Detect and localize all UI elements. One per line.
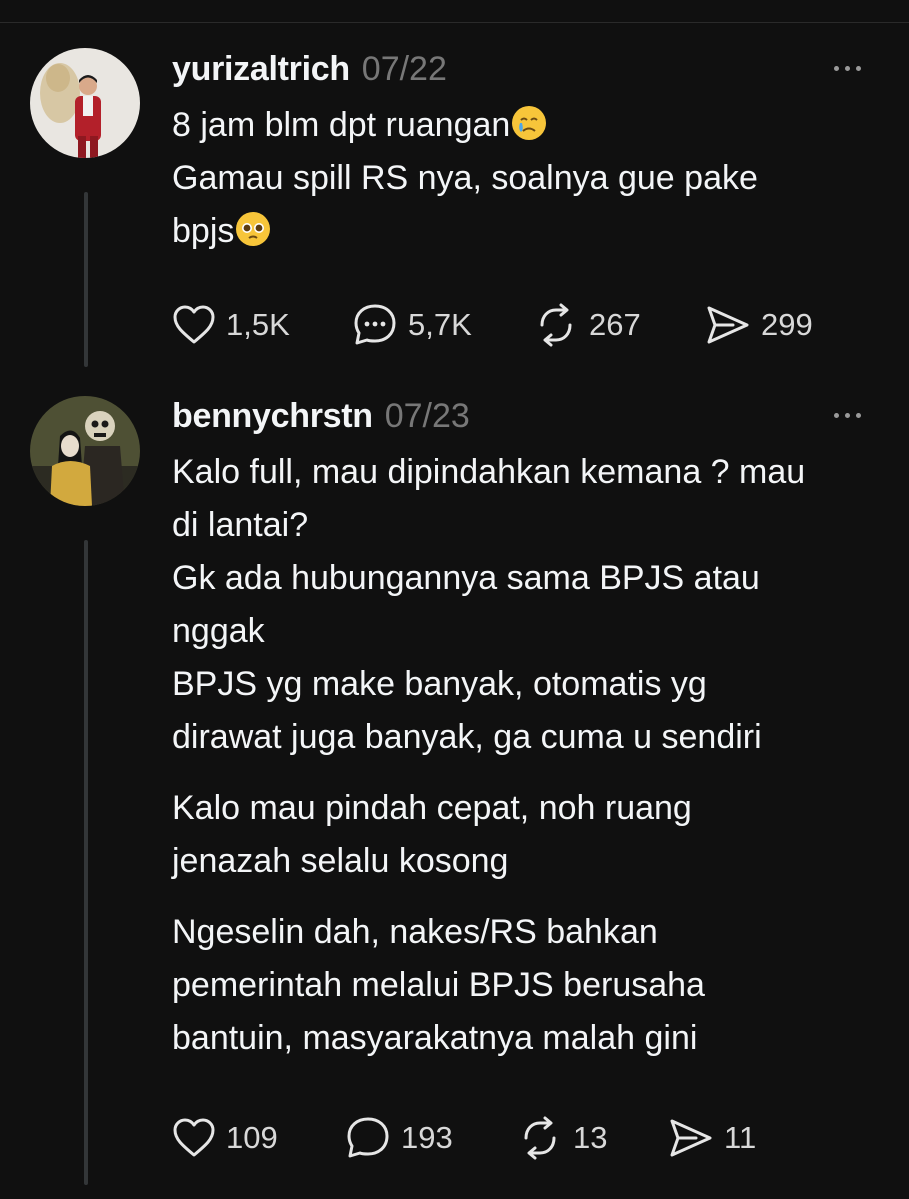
post-paragraph: Kalo full, mau dipindahkan kemana ? mau … bbox=[172, 446, 869, 764]
comment-bubble-icon bbox=[347, 1117, 389, 1158]
post-text-line: Kalo full, mau dipindahkan kemana ? mau bbox=[172, 453, 806, 491]
post-text-line: BPJS yg make banyak, otomatis yg bbox=[172, 665, 707, 703]
post-date: 07/22 bbox=[361, 50, 447, 88]
more-options-icon[interactable] bbox=[827, 403, 867, 427]
like-count: 109 bbox=[226, 1120, 278, 1155]
post-text-line: Ngeselin dah, nakes/RS bahkan bbox=[172, 913, 658, 951]
post-body: 8 jam blm dpt ruangan Gamau spill RS nya… bbox=[172, 99, 869, 258]
post-text-line: bantuin, masyarakatnya malah gini bbox=[172, 1019, 698, 1057]
repost-count: 13 bbox=[573, 1120, 608, 1155]
post-text-line: Gamau spill RS nya, soalnya gue pake bbox=[172, 159, 758, 197]
share-button[interactable]: 299 bbox=[705, 303, 813, 347]
repost-count: 267 bbox=[589, 307, 641, 342]
post-text-line: 8 jam blm dpt ruangan bbox=[172, 106, 511, 144]
post-text-line: bpjs bbox=[172, 212, 235, 250]
post-text-line: pemerintah melalui BPJS berusaha bbox=[172, 966, 705, 1004]
reply-count: 5,7K bbox=[408, 307, 472, 342]
comment-bubble-icon bbox=[354, 304, 396, 345]
share-count: 299 bbox=[761, 307, 813, 342]
repost-button[interactable]: 13 bbox=[517, 1116, 607, 1160]
post-text-line: nggak bbox=[172, 612, 265, 650]
heart-icon bbox=[173, 305, 215, 344]
heart-icon bbox=[173, 1118, 215, 1157]
post-paragraph: Kalo mau pindah cepat, noh ruang jenazah… bbox=[172, 782, 869, 888]
share-count: 11 bbox=[724, 1120, 757, 1155]
avatar-bennychrstn[interactable] bbox=[30, 396, 140, 506]
like-button[interactable]: 1,5K bbox=[172, 303, 290, 347]
post-paragraph: Ngeselin dah, nakes/RS bahkan pemerintah… bbox=[172, 906, 869, 1065]
repost-button[interactable]: 267 bbox=[533, 303, 641, 347]
send-icon bbox=[707, 306, 749, 344]
send-icon bbox=[670, 1119, 712, 1157]
post-text-line: jenazah selalu kosong bbox=[172, 842, 509, 880]
reply-button[interactable]: 5,7K bbox=[352, 303, 472, 347]
post-text-line: di lantai? bbox=[172, 506, 309, 544]
reply-button[interactable]: 193 bbox=[345, 1116, 453, 1160]
post-text-line: dirawat juga banyak, ga cuma u sendiri bbox=[172, 718, 762, 756]
crying-face-emoji bbox=[512, 106, 547, 140]
top-divider bbox=[0, 0, 909, 23]
repost-icon bbox=[540, 303, 572, 347]
post-date: 07/23 bbox=[384, 397, 470, 435]
post-text-line: Kalo mau pindah cepat, noh ruang bbox=[172, 789, 692, 827]
pleading-face-emoji bbox=[236, 212, 271, 246]
avatar-yurizaltrich[interactable] bbox=[30, 48, 140, 158]
repost-icon bbox=[524, 1116, 556, 1160]
thread-connector-line bbox=[84, 192, 88, 367]
like-count: 1,5K bbox=[226, 307, 290, 342]
like-button[interactable]: 109 bbox=[172, 1116, 278, 1160]
author-username[interactable]: yurizaltrich bbox=[172, 50, 350, 89]
post-body: Kalo full, mau dipindahkan kemana ? mau … bbox=[172, 446, 869, 1065]
reply-count: 193 bbox=[401, 1120, 453, 1155]
more-options-icon[interactable] bbox=[827, 56, 867, 80]
author-username[interactable]: bennychrstn bbox=[172, 397, 373, 436]
share-button[interactable]: 11 bbox=[668, 1116, 756, 1160]
post-text-line: Gk ada hubungannya sama BPJS atau bbox=[172, 559, 760, 597]
thread-connector-line bbox=[84, 540, 88, 1185]
